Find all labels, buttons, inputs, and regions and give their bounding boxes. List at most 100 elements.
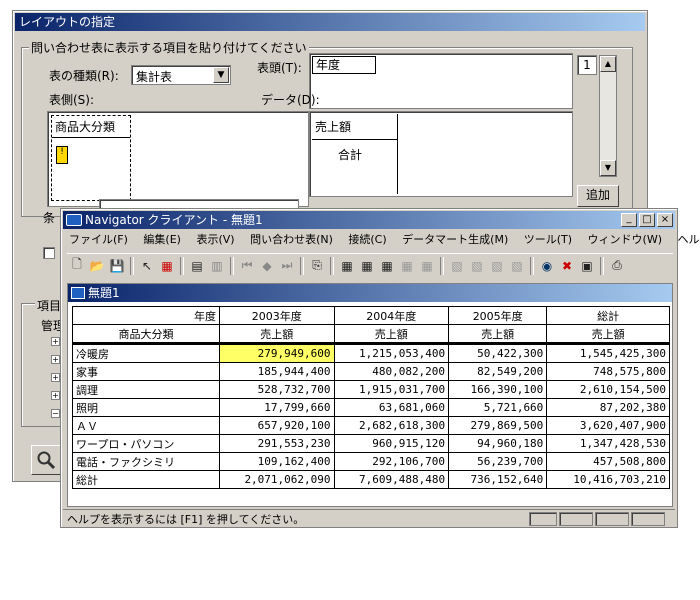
open-folder-icon[interactable]: 📂 <box>87 256 107 276</box>
connect-icon[interactable]: ◉ <box>537 256 557 276</box>
table-cell[interactable]: 94,960,180 <box>448 434 548 453</box>
layout-icon[interactable]: ▥ <box>207 256 227 276</box>
table-cell-selected[interactable]: 279,949,600 <box>219 343 335 363</box>
copy-icon[interactable]: ⎘ <box>307 256 327 276</box>
vertical-scrollbar[interactable]: ▲ ▼ <box>599 55 617 177</box>
table-cell[interactable]: 736,152,640 <box>448 470 548 489</box>
table-row[interactable]: 照明 17,799,660 63,681,060 5,721,660 87,20… <box>72 398 670 417</box>
table-row[interactable]: ワープロ・パソコン 291,553,230 960,915,120 94,960… <box>72 434 670 453</box>
export-icon[interactable]: ▧ <box>467 256 487 276</box>
table-cell[interactable]: 3,620,407,900 <box>546 416 670 435</box>
tree-expand-icon[interactable]: + <box>51 391 60 400</box>
table-cell[interactable]: 7,609,488,480 <box>333 470 450 489</box>
chart-icon[interactable]: ▦ <box>157 256 177 276</box>
menu-connect[interactable]: 接続(C) <box>348 233 386 246</box>
table-icon[interactable]: ▦ <box>377 256 397 276</box>
page-number-box[interactable]: 1 <box>577 55 597 75</box>
flag-icon[interactable]: ✖ <box>557 256 577 276</box>
table-cell[interactable]: 166,390,100 <box>448 380 548 399</box>
table-cell[interactable]: 292,106,700 <box>333 452 450 471</box>
year-header[interactable]: 2005年度 <box>448 306 548 325</box>
new-file-icon[interactable]: 🗋 <box>67 256 87 276</box>
table-type-select[interactable]: 集計表 ▼ <box>131 65 231 85</box>
table-cell[interactable]: 50,422,300 <box>448 343 548 363</box>
window-icon[interactable]: ▣ <box>577 256 597 276</box>
tree-expand-icon[interactable]: + <box>51 373 60 382</box>
table-row[interactable]: 家事 185,944,400 480,082,200 82,549,200 74… <box>72 362 670 381</box>
table-cell[interactable]: 63,681,060 <box>333 398 450 417</box>
export-icon[interactable]: ▧ <box>507 256 527 276</box>
tree-expand-icon[interactable]: + <box>51 355 60 364</box>
data-drop-area[interactable]: 売上額 合計 <box>309 111 573 197</box>
table-cell[interactable]: 1,915,031,700 <box>333 380 450 399</box>
close-icon[interactable]: × <box>657 213 673 227</box>
print-icon[interactable]: ⎙ <box>607 256 627 276</box>
table-row[interactable]: 電話・ファクシミリ 109,162,400 292,106,700 56,239… <box>72 452 670 471</box>
table-icon[interactable]: ▦ <box>357 256 377 276</box>
table-cell[interactable]: 2,071,062,090 <box>219 470 335 489</box>
menu-help[interactable]: ヘルプ(H) <box>678 233 700 246</box>
minimize-icon[interactable]: _ <box>621 213 637 227</box>
table-cell[interactable]: 1,215,053,400 <box>333 343 450 363</box>
first-icon[interactable]: ⏮ <box>237 256 257 276</box>
layout-dialog-titlebar[interactable]: レイアウトの指定 <box>15 13 645 31</box>
table-cell[interactable]: 87,202,380 <box>546 398 670 417</box>
table-cell[interactable]: 1,347,428,530 <box>546 434 670 453</box>
prev-icon[interactable]: ◆ <box>257 256 277 276</box>
year-header[interactable]: 2004年度 <box>333 306 450 325</box>
table-cell[interactable]: 2,682,618,300 <box>333 416 450 435</box>
table-cell[interactable]: 56,239,700 <box>448 452 548 471</box>
table-cell[interactable]: 5,721,660 <box>448 398 548 417</box>
next-icon[interactable]: ⏭ <box>277 256 297 276</box>
table-disabled-icon[interactable]: ▦ <box>417 256 437 276</box>
table-cell[interactable]: 2,610,154,500 <box>546 380 670 399</box>
table-disabled-icon[interactable]: ▦ <box>397 256 417 276</box>
chevron-down-icon[interactable]: ▼ <box>213 67 229 83</box>
table-cell[interactable]: 291,553,230 <box>219 434 335 453</box>
option-checkbox[interactable] <box>43 247 55 259</box>
table-cell[interactable]: 279,869,500 <box>448 416 548 435</box>
side-drop-area[interactable]: 商品大分類 ! <box>47 111 309 207</box>
export-icon[interactable]: ▧ <box>487 256 507 276</box>
document-titlebar[interactable]: 無題1 <box>68 284 672 302</box>
table-icon[interactable]: ▦ <box>337 256 357 276</box>
export-icon[interactable]: ▧ <box>447 256 467 276</box>
menu-tools[interactable]: ツール(T) <box>524 233 572 246</box>
add-button[interactable]: 追加 <box>577 185 619 207</box>
tree-expand-icon[interactable]: + <box>51 337 60 346</box>
table-cell[interactable]: 657,920,100 <box>219 416 335 435</box>
header-item-year[interactable]: 年度 <box>312 56 376 74</box>
maximize-icon[interactable]: □ <box>639 213 655 227</box>
table-cell[interactable]: 10,416,703,210 <box>546 470 670 489</box>
table-cell[interactable]: 1,545,425,300 <box>546 343 670 363</box>
menu-view[interactable]: 表示(V) <box>196 233 234 246</box>
pointer-icon[interactable]: ↖ <box>137 256 157 276</box>
menu-datamart[interactable]: データマート生成(M) <box>402 233 508 246</box>
menu-window[interactable]: ウィンドウ(W) <box>588 233 662 246</box>
table-row[interactable]: 冷暖房 279,949,600 1,215,053,400 50,422,300… <box>72 343 670 363</box>
total-header[interactable]: 総計 <box>546 306 670 325</box>
table-cell[interactable]: 185,944,400 <box>219 362 335 381</box>
table-cell[interactable]: 109,162,400 <box>219 452 335 471</box>
table-cell[interactable]: 528,732,700 <box>219 380 335 399</box>
year-header[interactable]: 2003年度 <box>219 306 335 325</box>
table-cell[interactable]: 480,082,200 <box>333 362 450 381</box>
table-cell[interactable]: 17,799,660 <box>219 398 335 417</box>
data-item-sales[interactable]: 売上額 合計 <box>312 114 398 194</box>
navigator-titlebar[interactable]: Navigator クライアント - 無題1 _ □ × <box>63 211 675 229</box>
side-item-product-category[interactable]: 商品大分類 ! <box>51 115 131 201</box>
grid-icon[interactable]: ▤ <box>187 256 207 276</box>
table-row[interactable]: ＡＶ 657,920,100 2,682,618,300 279,869,500… <box>72 416 670 435</box>
save-icon[interactable]: 💾 <box>107 256 127 276</box>
scroll-up-icon[interactable]: ▲ <box>600 56 616 72</box>
scroll-down-icon[interactable]: ▼ <box>600 160 616 176</box>
header-drop-area[interactable]: 年度 <box>309 53 573 109</box>
tree-collapse-icon[interactable]: − <box>51 409 60 418</box>
menu-file[interactable]: ファイル(F) <box>69 233 128 246</box>
table-cell[interactable]: 748,575,800 <box>546 362 670 381</box>
search-button[interactable] <box>31 445 61 475</box>
table-cell[interactable]: 457,508,800 <box>546 452 670 471</box>
table-row[interactable]: 調理 528,732,700 1,915,031,700 166,390,100… <box>72 380 670 399</box>
menu-query[interactable]: 問い合わせ表(N) <box>250 233 333 246</box>
table-total-row[interactable]: 総計 2,071,062,090 7,609,488,480 736,152,6… <box>72 470 670 489</box>
